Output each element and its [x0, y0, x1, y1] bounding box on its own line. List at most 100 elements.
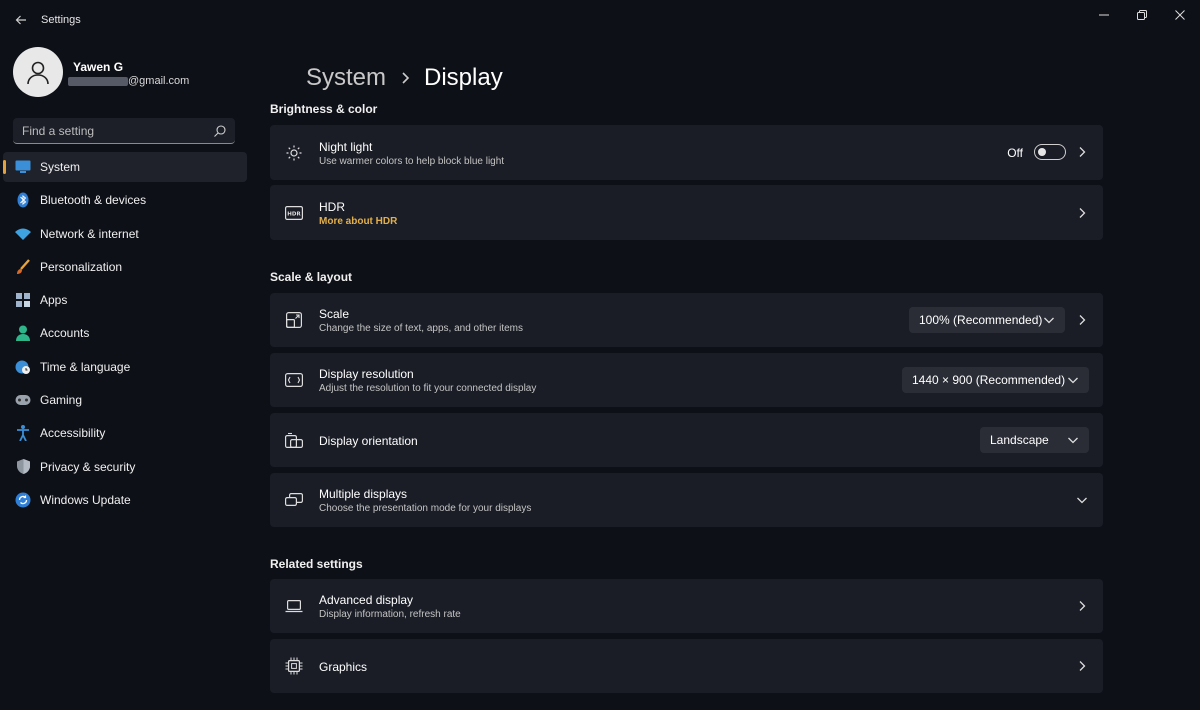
- minimize-icon: [1099, 14, 1109, 16]
- sidebar-item-label: Gaming: [40, 393, 83, 408]
- display-orientation-card[interactable]: Display orientation Landscape: [270, 413, 1103, 467]
- shield-icon: [15, 459, 31, 475]
- close-button[interactable]: [1165, 6, 1195, 24]
- breadcrumb-parent-link[interactable]: System: [306, 64, 386, 92]
- person-icon: [27, 61, 49, 85]
- multiple-displays-icon: [285, 491, 303, 509]
- graphics-card[interactable]: Graphics: [270, 639, 1103, 693]
- sidebar-item-label: Windows Update: [40, 492, 131, 507]
- display-orientation-dropdown-value: Landscape: [990, 433, 1049, 447]
- resolution-icon: [285, 371, 303, 389]
- sidebar-nav: System Bluetooth & devices Network & int…: [0, 152, 248, 518]
- sidebar-item-apps[interactable]: Apps: [3, 285, 247, 315]
- graphics-title: Graphics: [319, 660, 368, 674]
- wifi-icon: [15, 226, 31, 242]
- scale-card[interactable]: Scale Change the size of text, apps, and…: [270, 293, 1103, 347]
- accessibility-icon: [15, 425, 31, 442]
- chevron-down-icon: [1043, 314, 1055, 326]
- sidebar-item-label: Time & language: [40, 359, 131, 374]
- scale-title: Scale: [319, 307, 350, 321]
- svg-text:HDR: HDR: [287, 212, 301, 218]
- breadcrumb-chevron-icon: [400, 71, 410, 85]
- sidebar-item-label: Bluetooth & devices: [40, 193, 147, 208]
- sidebar-item-bluetooth[interactable]: Bluetooth & devices: [3, 185, 247, 215]
- bluetooth-icon: [15, 192, 31, 208]
- chip-icon: [285, 657, 303, 675]
- display-resolution-subtitle: Adjust the resolution to fit your connec…: [319, 383, 537, 394]
- sidebar-item-label: Privacy & security: [40, 459, 136, 474]
- night-light-card[interactable]: Night light Use warmer colors to help bl…: [270, 125, 1103, 180]
- minimize-button[interactable]: [1089, 6, 1119, 24]
- sidebar-item-windows-update[interactable]: Windows Update: [3, 485, 247, 515]
- advanced-display-subtitle: Display information, refresh rate: [319, 609, 461, 620]
- more-about-hdr-link[interactable]: More about HDR: [319, 216, 397, 227]
- multiple-displays-card[interactable]: Multiple displays Choose the presentatio…: [270, 473, 1103, 527]
- sidebar-item-personalization[interactable]: Personalization: [3, 252, 247, 282]
- hdr-card[interactable]: HDR HDR More about HDR: [270, 185, 1103, 240]
- sidebar-item-label: Network & internet: [40, 226, 139, 241]
- scale-dropdown[interactable]: 100% (Recommended): [909, 307, 1065, 333]
- title-bar: Settings: [0, 0, 1200, 40]
- search-icon[interactable]: [213, 124, 227, 138]
- hdr-icon: HDR: [285, 204, 303, 222]
- chevron-down-icon: [1067, 374, 1079, 386]
- update-icon: [15, 492, 31, 508]
- gamepad-icon: [15, 392, 31, 408]
- night-light-subtitle: Use warmer colors to help block blue lig…: [319, 156, 505, 167]
- sidebar-item-network[interactable]: Network & internet: [3, 219, 247, 249]
- advanced-display-card[interactable]: Advanced display Display information, re…: [270, 579, 1103, 633]
- monitor-icon: [15, 159, 31, 175]
- email-redaction: [68, 76, 128, 86]
- search-box[interactable]: [13, 118, 235, 144]
- user-name: Yawen G: [73, 60, 124, 74]
- orientation-icon: [285, 431, 303, 449]
- breadcrumb: System Display: [306, 64, 503, 92]
- scale-dropdown-value: 100% (Recommended): [919, 313, 1043, 327]
- display-resolution-dropdown-value: 1440 × 900 (Recommended): [912, 373, 1066, 387]
- night-light-title: Night light: [319, 140, 373, 154]
- night-light-state-label: Off: [1007, 146, 1023, 160]
- display-resolution-dropdown[interactable]: 1440 × 900 (Recommended): [902, 367, 1089, 393]
- page-title: Display: [424, 64, 503, 91]
- sun-icon: [285, 144, 303, 162]
- chevron-right-icon: [1076, 207, 1088, 219]
- sidebar-item-time-language[interactable]: Time & language: [3, 352, 247, 382]
- restore-icon: [1137, 10, 1147, 20]
- sidebar-item-accessibility[interactable]: Accessibility: [3, 418, 247, 448]
- display-resolution-card[interactable]: Display resolution Adjust the resolution…: [270, 353, 1103, 407]
- user-email: @gmail.com: [68, 75, 189, 87]
- sidebar-item-privacy-security[interactable]: Privacy & security: [3, 452, 247, 482]
- scale-subtitle: Change the size of text, apps, and other…: [319, 323, 524, 334]
- scale-icon: [285, 311, 303, 329]
- back-arrow-icon: [15, 15, 26, 25]
- sidebar-item-label: Personalization: [40, 259, 123, 274]
- display-orientation-dropdown[interactable]: Landscape: [980, 427, 1089, 453]
- section-title-scale-layout: Scale & layout: [270, 270, 353, 284]
- close-icon: [1175, 10, 1185, 20]
- expand-chevron-down-icon[interactable]: [1076, 494, 1088, 506]
- sidebar-item-label: Accounts: [40, 326, 90, 341]
- display-resolution-title: Display resolution: [319, 367, 414, 381]
- chevron-down-icon: [1067, 434, 1079, 446]
- user-email-domain: @gmail.com: [128, 75, 190, 87]
- person-icon: [15, 325, 31, 342]
- chevron-right-icon: [1076, 146, 1088, 158]
- advanced-display-title: Advanced display: [319, 593, 414, 607]
- section-title-brightness: Brightness & color: [270, 102, 378, 116]
- section-title-related-settings: Related settings: [270, 557, 363, 571]
- display-orientation-title: Display orientation: [319, 434, 418, 448]
- sidebar-item-system[interactable]: System: [3, 152, 247, 182]
- globe-clock-icon: [15, 359, 31, 375]
- sidebar-item-label: System: [40, 160, 81, 174]
- chevron-right-icon: [1076, 600, 1088, 612]
- laptop-icon: [285, 597, 303, 615]
- multiple-displays-title: Multiple displays: [319, 487, 408, 501]
- search-input[interactable]: [22, 123, 202, 138]
- chevron-right-icon: [1076, 660, 1088, 672]
- night-light-toggle[interactable]: [1034, 144, 1066, 160]
- sidebar-item-accounts[interactable]: Accounts: [3, 318, 247, 348]
- back-button[interactable]: [12, 11, 30, 29]
- restore-button[interactable]: [1127, 6, 1157, 24]
- multiple-displays-subtitle: Choose the presentation mode for your di…: [319, 503, 532, 514]
- sidebar-item-gaming[interactable]: Gaming: [3, 385, 247, 415]
